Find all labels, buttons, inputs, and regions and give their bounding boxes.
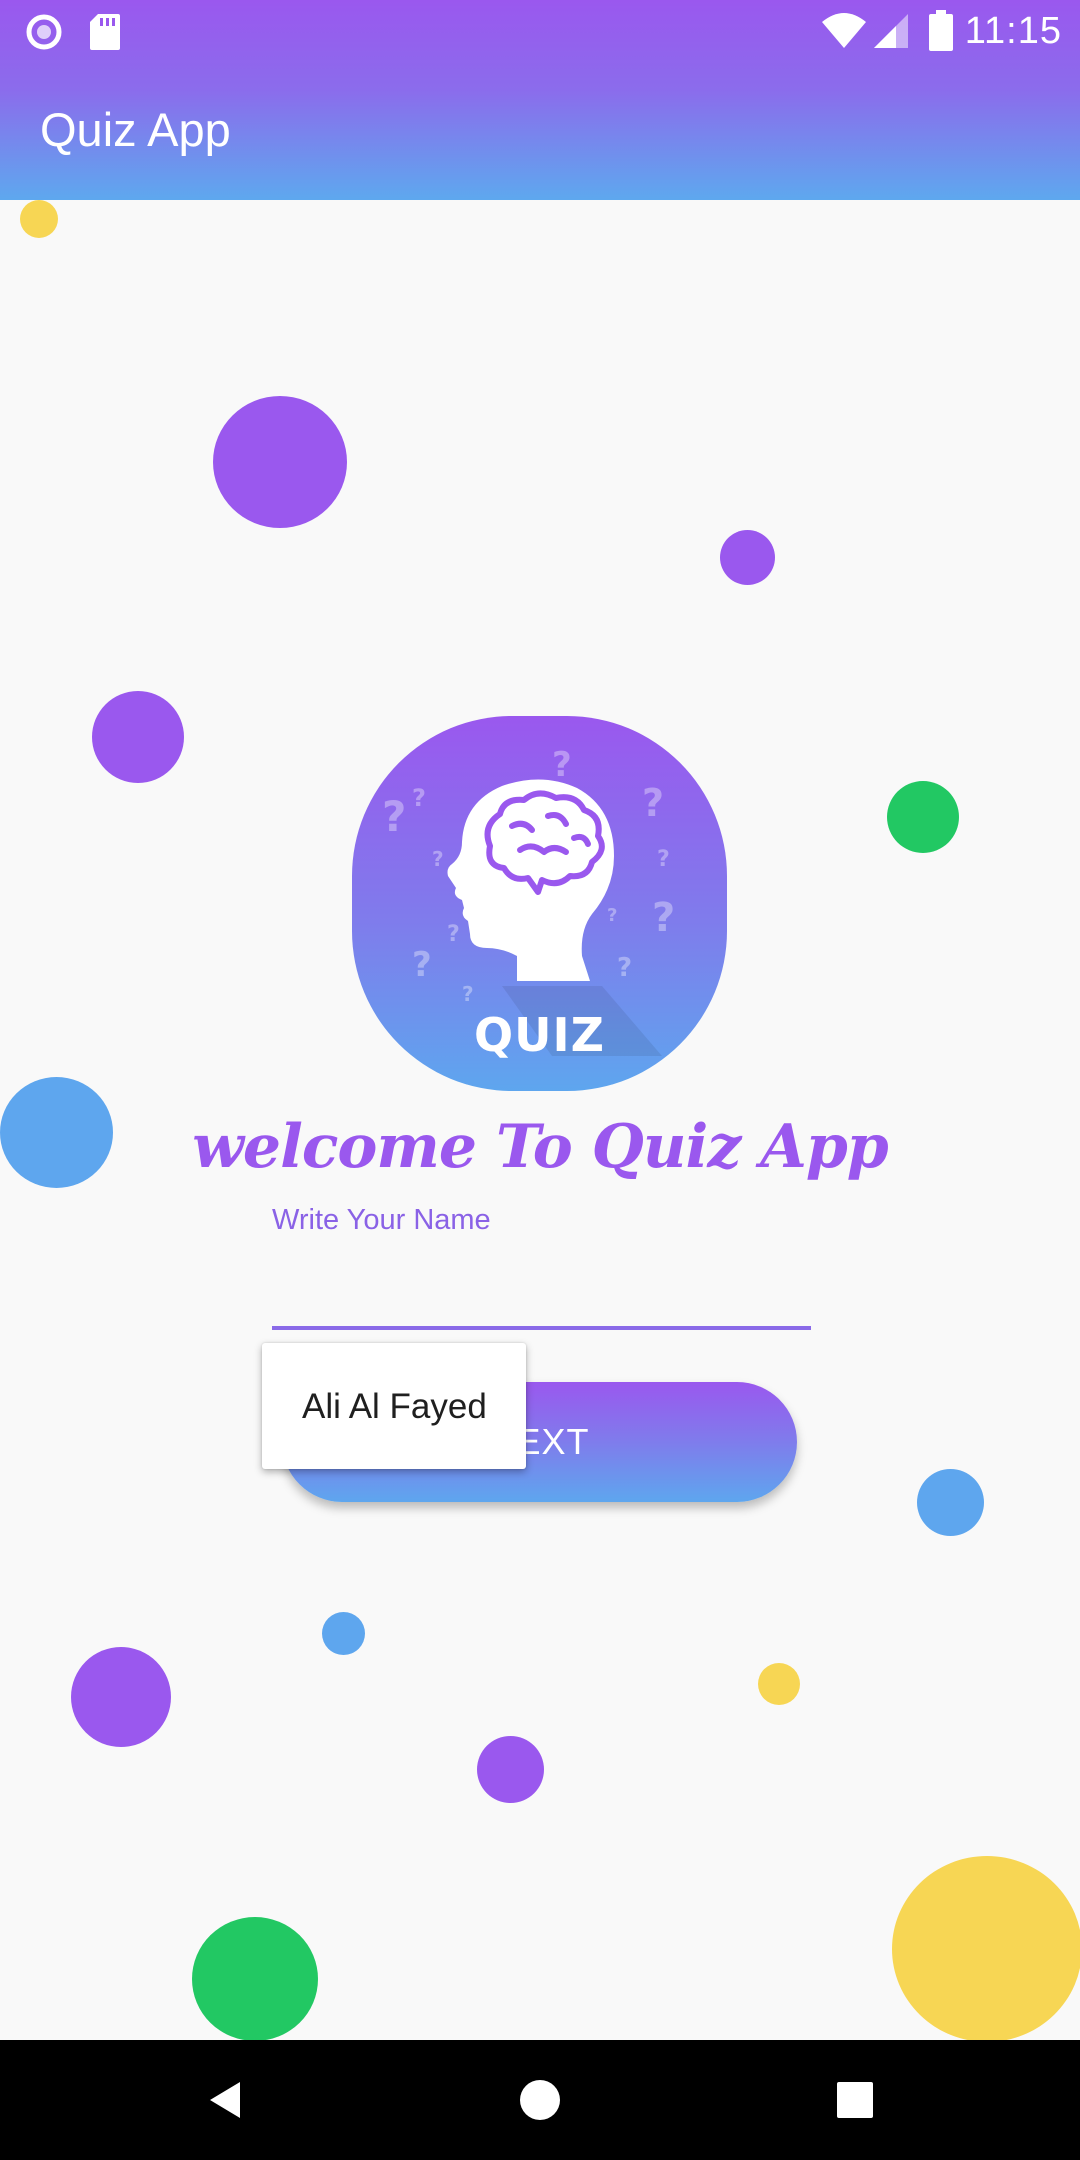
- svg-text:?: ?: [607, 905, 617, 926]
- decor-circle: [192, 1917, 318, 2041]
- name-field-label: Write Your Name: [272, 1204, 491, 1236]
- wifi-icon: [820, 12, 868, 55]
- decor-circle: [20, 200, 58, 238]
- svg-text:?: ?: [552, 745, 572, 785]
- svg-text:?: ?: [642, 781, 664, 825]
- decor-circle: [322, 1612, 365, 1655]
- decor-circle: [71, 1647, 171, 1747]
- decor-circle: [720, 530, 775, 585]
- svg-text:?: ?: [432, 847, 444, 871]
- home-button[interactable]: [480, 2040, 600, 2160]
- back-icon: [210, 2082, 240, 2118]
- battery-icon: [928, 10, 954, 57]
- app-header: 11:15 Quiz App: [0, 0, 1080, 200]
- name-input[interactable]: [272, 1254, 811, 1330]
- system-nav-bar: [0, 2040, 1080, 2160]
- decor-circle: [92, 691, 184, 783]
- app-title: Quiz App: [40, 103, 231, 156]
- logo-text: QUIZ: [474, 1008, 605, 1062]
- decor-circle: [213, 396, 347, 528]
- svg-text:?: ?: [412, 784, 426, 812]
- autocomplete-suggestion[interactable]: Ali Al Fayed: [302, 1387, 487, 1427]
- sd-card-icon: [88, 12, 122, 57]
- signal-icon: [872, 12, 910, 55]
- decor-circle: [477, 1736, 544, 1803]
- svg-text:?: ?: [462, 982, 474, 1006]
- svg-text:?: ?: [657, 847, 670, 872]
- autocomplete-popup: Ali Al Fayed: [262, 1343, 526, 1469]
- svg-text:?: ?: [617, 953, 632, 983]
- status-time: 11:15: [964, 10, 1062, 52]
- record-icon: [24, 12, 64, 57]
- decor-circle: [917, 1469, 984, 1536]
- recents-button[interactable]: [795, 2040, 915, 2160]
- decor-circle: [887, 781, 959, 853]
- recents-icon: [837, 2082, 873, 2118]
- welcome-heading: welcome To Quiz App: [192, 1112, 889, 1182]
- quiz-logo: ? ? ? ? ? ? ? ? ? ? ? ? QUIZ: [352, 716, 727, 1091]
- decor-circle: [758, 1663, 800, 1705]
- decor-circle: [892, 1856, 1080, 2042]
- home-icon: [520, 2080, 560, 2120]
- back-button[interactable]: [166, 2040, 286, 2160]
- svg-text:?: ?: [412, 945, 432, 985]
- quiz-welcome-screen: 11:15 Quiz App ? ? ? ? ? ? ? ? ? ? ? ? Q…: [0, 0, 1080, 2160]
- svg-text:?: ?: [447, 922, 460, 947]
- svg-text:?: ?: [382, 792, 406, 841]
- svg-text:?: ?: [652, 895, 675, 941]
- status-bar: 11:15: [0, 0, 1080, 63]
